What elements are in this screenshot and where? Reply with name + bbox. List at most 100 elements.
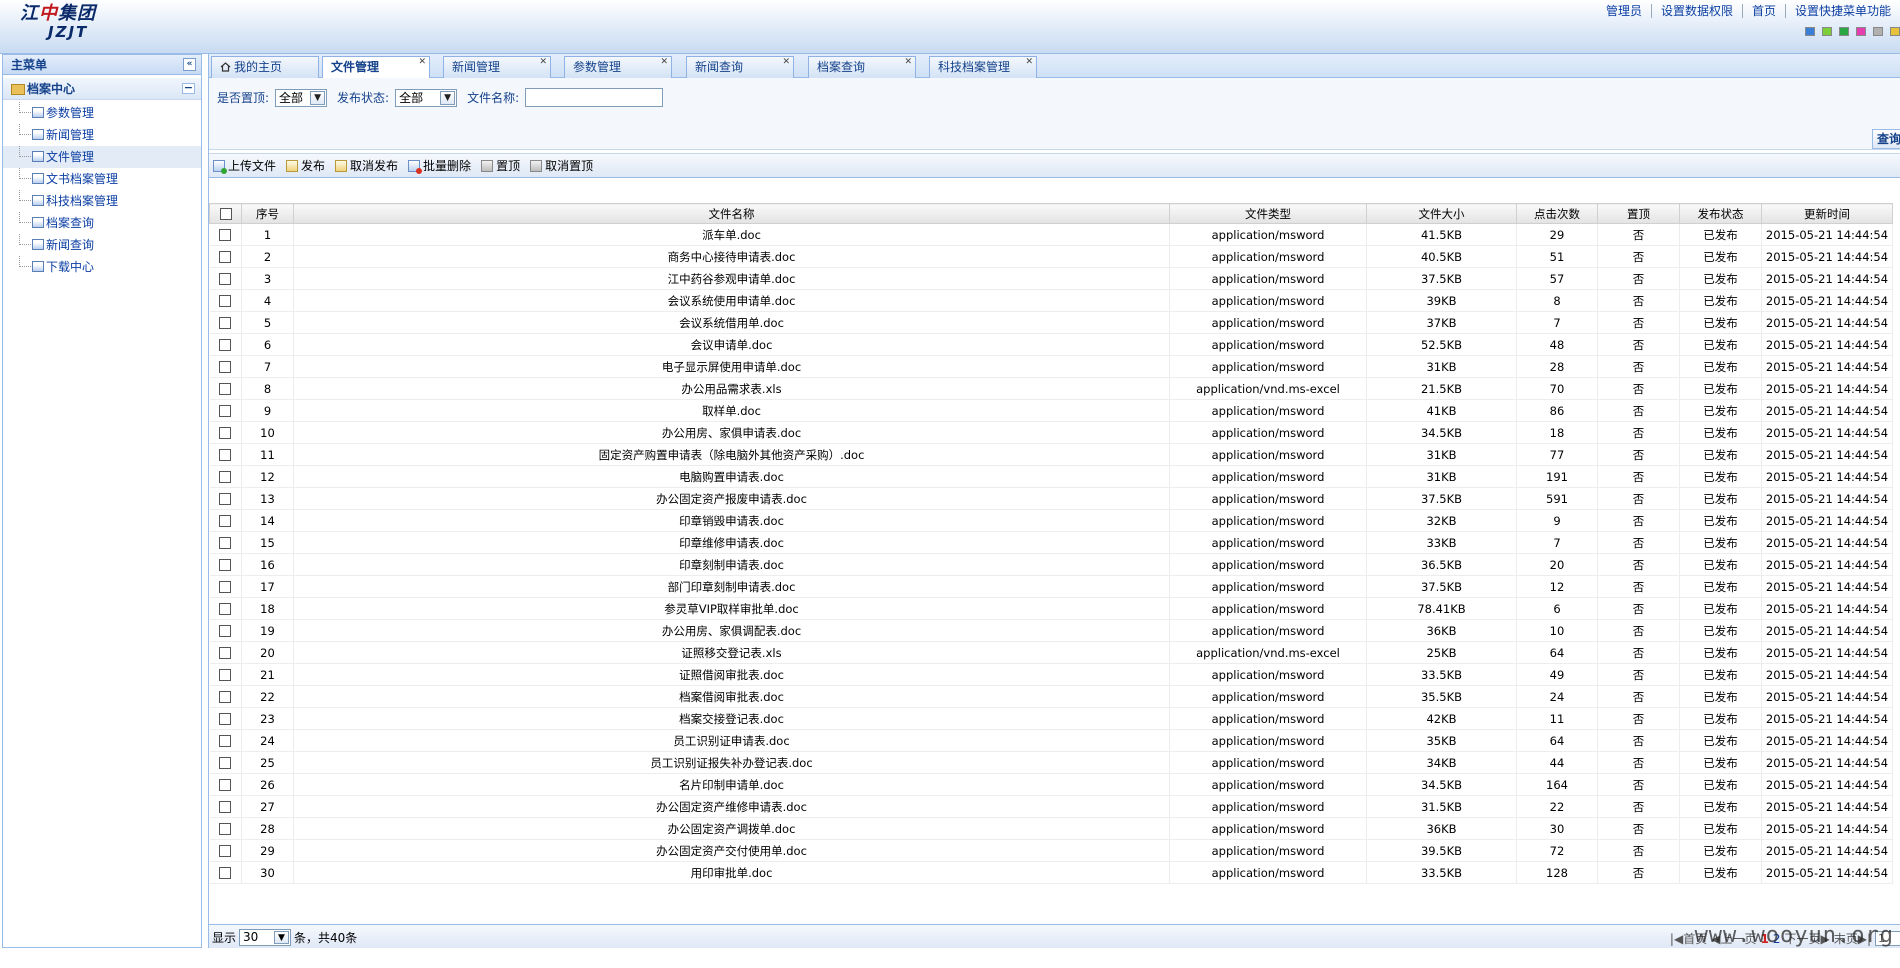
- table-row[interactable]: 17 部门印章刻制申请表.doc application/msword 37.5KB 1…: [209, 575, 1893, 598]
- link-admin[interactable]: 管理员: [1597, 4, 1651, 18]
- link-shortcut-menu[interactable]: 设置快捷菜单功能: [1784, 4, 1900, 18]
- row-checkbox[interactable]: [209, 597, 242, 620]
- skin-swatch[interactable]: [1856, 27, 1866, 36]
- row-checkbox[interactable]: [209, 465, 242, 488]
- sidebar-group-archive-center[interactable]: 档案中心 −: [3, 78, 201, 100]
- sidebar-item-param-management[interactable]: 参数管理: [3, 102, 201, 124]
- tab-file-management[interactable]: 文件管理 ✕: [322, 56, 430, 79]
- row-checkbox[interactable]: [209, 245, 242, 268]
- row-checkbox[interactable]: [209, 861, 242, 884]
- table-row[interactable]: 6 会议申请单.doc application/msword 52.5KB 48 否已发布…: [209, 333, 1893, 356]
- file-name-input[interactable]: [525, 88, 664, 107]
- upload-file-button[interactable]: 上传文件: [213, 157, 276, 174]
- table-row[interactable]: 1 派车单.doc application/msword 41.5KB 29 否已发布 20…: [209, 223, 1893, 246]
- row-checkbox[interactable]: [209, 421, 242, 444]
- column-header[interactable]: 文件类型: [1169, 203, 1367, 224]
- select-all-checkbox[interactable]: [209, 203, 242, 224]
- skin-swatch[interactable]: [1873, 27, 1883, 36]
- row-checkbox[interactable]: [209, 223, 242, 246]
- tab-news-management[interactable]: 新闻管理 ✕: [443, 56, 551, 78]
- column-header[interactable]: 序号: [241, 203, 294, 224]
- row-checkbox[interactable]: [209, 685, 242, 708]
- table-row[interactable]: 30 用印审批单.doc application/msword 33.5KB 128 否已…: [209, 861, 1893, 884]
- tab-param-management[interactable]: 参数管理 ✕: [564, 56, 672, 78]
- top-filter-select[interactable]: 全部 ▼: [275, 88, 328, 107]
- column-header[interactable]: 更新时间: [1761, 203, 1893, 224]
- row-checkbox[interactable]: [209, 641, 242, 664]
- unpublish-button[interactable]: 取消发布: [335, 157, 398, 174]
- row-checkbox[interactable]: [209, 311, 242, 334]
- row-checkbox[interactable]: [209, 839, 242, 862]
- cancel-top-button[interactable]: 取消置顶: [530, 157, 593, 174]
- table-row[interactable]: 7 电子显示屏使用申请单.doc application/msword 31KB 28 否…: [209, 355, 1893, 378]
- sidebar-item-document-archive[interactable]: 文书档案管理: [3, 168, 201, 190]
- table-row[interactable]: 28 办公固定资产调拨单.doc application/msword 36KB 30 否…: [209, 817, 1893, 840]
- table-row[interactable]: 2 商务中心接待申请表.doc application/msword 40.5KB 51…: [209, 245, 1893, 268]
- row-checkbox[interactable]: [209, 399, 242, 422]
- page-size-select[interactable]: 30 ▼: [239, 929, 292, 946]
- close-icon[interactable]: ✕: [904, 58, 912, 67]
- row-checkbox[interactable]: [209, 707, 242, 730]
- table-row[interactable]: 14 印章销毁申请表.doc application/msword 32KB 9 否已发布…: [209, 509, 1893, 532]
- collapse-sidebar-icon[interactable]: «: [183, 58, 196, 71]
- close-icon[interactable]: ✕: [660, 58, 668, 67]
- column-header[interactable]: 文件大小: [1366, 203, 1517, 224]
- table-row[interactable]: 20 证照移交登记表.xls application/vnd.ms-excel 25K…: [209, 641, 1893, 664]
- table-row[interactable]: 21 证照借阅审批表.doc application/msword 33.5KB 49 否…: [209, 663, 1893, 686]
- sidebar-item-archive-query[interactable]: 档案查询: [3, 212, 201, 234]
- row-checkbox[interactable]: [209, 377, 242, 400]
- tab-news-query[interactable]: 新闻查询 ✕: [686, 56, 794, 78]
- sidebar-item-tech-archive[interactable]: 科技档案管理: [3, 190, 201, 212]
- row-checkbox[interactable]: [209, 575, 242, 598]
- close-icon[interactable]: ✕: [1025, 58, 1033, 67]
- skin-swatch[interactable]: [1822, 27, 1832, 36]
- row-checkbox[interactable]: [209, 773, 242, 796]
- batch-delete-button[interactable]: 批量删除: [408, 157, 471, 174]
- table-row[interactable]: 27 办公固定资产维修申请表.doc application/msword 31.5K…: [209, 795, 1893, 818]
- table-row[interactable]: 23 档案交接登记表.doc application/msword 42KB 11 否已发…: [209, 707, 1893, 730]
- row-checkbox[interactable]: [209, 443, 242, 466]
- row-checkbox[interactable]: [209, 751, 242, 774]
- row-checkbox[interactable]: [209, 729, 242, 752]
- table-row[interactable]: 9 取样单.doc application/msword 41KB 86 否已发布 2015…: [209, 399, 1893, 422]
- skin-swatch[interactable]: [1890, 27, 1900, 36]
- table-row[interactable]: 26 名片印制申请单.doc application/msword 34.5KB 164…: [209, 773, 1893, 796]
- table-row[interactable]: 11 固定资产购置申请表（除电脑外其他资产采购）.doc application/m…: [209, 443, 1893, 466]
- table-row[interactable]: 24 员工识别证申请表.doc application/msword 35KB 64 否已…: [209, 729, 1893, 752]
- tab-my-home[interactable]: 我的主页: [211, 56, 319, 78]
- table-row[interactable]: 13 办公固定资产报废申请表.doc application/msword 37.5K…: [209, 487, 1893, 510]
- table-row[interactable]: 10 办公用房、家俱申请表.doc application/msword 34.5KB…: [209, 421, 1893, 444]
- close-icon[interactable]: ✕: [418, 58, 426, 67]
- query-button[interactable]: 查询: [1872, 129, 1900, 149]
- table-row[interactable]: 19 办公用房、家俱调配表.doc application/msword 36KB 10…: [209, 619, 1893, 642]
- row-checkbox[interactable]: [209, 663, 242, 686]
- column-header[interactable]: 发布状态: [1679, 203, 1762, 224]
- row-checkbox[interactable]: [209, 817, 242, 840]
- row-checkbox[interactable]: [209, 531, 242, 554]
- sidebar-item-file-management[interactable]: 文件管理: [3, 146, 201, 168]
- row-checkbox[interactable]: [209, 333, 242, 356]
- skin-swatch[interactable]: [1805, 27, 1815, 36]
- row-checkbox[interactable]: [209, 509, 242, 532]
- row-checkbox[interactable]: [209, 487, 242, 510]
- table-row[interactable]: 29 办公固定资产交付使用单.doc application/msword 39.5K…: [209, 839, 1893, 862]
- skin-swatch[interactable]: [1839, 27, 1849, 36]
- close-icon[interactable]: ✕: [782, 58, 790, 67]
- publish-button[interactable]: 发布: [286, 157, 325, 174]
- table-row[interactable]: 5 会议系统借用单.doc application/msword 37KB 7 否已发布 2…: [209, 311, 1893, 334]
- link-home[interactable]: 首页: [1741, 4, 1785, 18]
- row-checkbox[interactable]: [209, 289, 242, 312]
- sidebar-item-download-center[interactable]: 下载中心: [3, 256, 201, 278]
- collapse-group-icon[interactable]: −: [182, 82, 195, 94]
- status-filter-select[interactable]: 全部 ▼: [395, 88, 458, 107]
- row-checkbox[interactable]: [209, 267, 242, 290]
- table-row[interactable]: 15 印章维修申请表.doc application/msword 33KB 7 否已发布…: [209, 531, 1893, 554]
- link-data-permission[interactable]: 设置数据权限: [1650, 4, 1742, 18]
- row-checkbox[interactable]: [209, 553, 242, 576]
- sidebar-item-news-management[interactable]: 新闻管理: [3, 124, 201, 146]
- row-checkbox[interactable]: [209, 619, 242, 642]
- column-header[interactable]: 置顶: [1597, 203, 1680, 224]
- table-row[interactable]: 22 档案借阅审批表.doc application/msword 35.5KB 24 否…: [209, 685, 1893, 708]
- table-row[interactable]: 3 江中药谷参观申请单.doc application/msword 37.5KB 57…: [209, 267, 1893, 290]
- table-row[interactable]: 18 参灵草VIP取样审批单.doc application/msword 78.41…: [209, 597, 1893, 620]
